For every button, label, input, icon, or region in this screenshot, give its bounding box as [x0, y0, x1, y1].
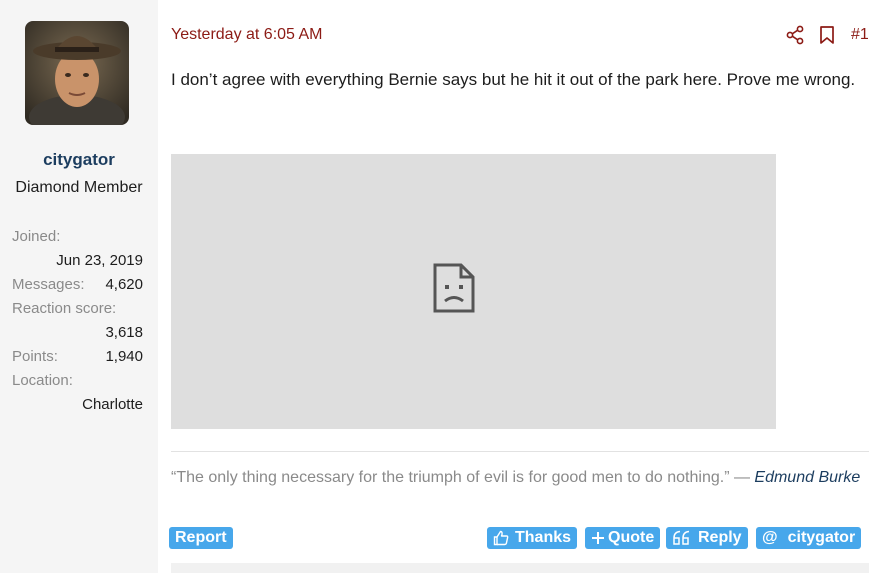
reply-button-label: Reply: [698, 529, 742, 546]
joined-value: Jun 23, 2019: [56, 252, 143, 269]
messages-label: Messages:: [12, 276, 85, 293]
points-label: Points:: [12, 348, 58, 365]
mention-button-label: citygator: [787, 529, 856, 546]
location-value[interactable]: Charlotte: [82, 396, 143, 413]
next-section-edge: [171, 563, 869, 573]
bookmark-icon[interactable]: [818, 25, 836, 45]
messages-value[interactable]: 4,620: [105, 276, 143, 293]
signature-author: Edmund Burke: [754, 469, 861, 486]
post-number-link[interactable]: #1: [851, 26, 869, 44]
joined-label: Joined:: [12, 228, 61, 245]
points-value[interactable]: 1,940: [105, 348, 143, 365]
share-icon[interactable]: [785, 25, 805, 45]
post-timestamp[interactable]: Yesterday at 6:05 AM: [171, 26, 323, 44]
username-link[interactable]: citygator: [0, 150, 158, 170]
location-label: Location:: [12, 372, 73, 389]
thumbs-up-icon: [493, 530, 509, 546]
reaction-score-value: 3,618: [105, 324, 143, 341]
report-button[interactable]: Report: [169, 527, 233, 549]
embedded-media-placeholder[interactable]: [171, 154, 776, 429]
quote-button-label: Quote: [608, 529, 655, 546]
user-signature: “The only thing necessary for the triump…: [171, 466, 871, 490]
post-body-text: I don’t agree with everything Bernie say…: [171, 70, 856, 89]
report-button-label: Report: [175, 529, 227, 546]
reply-button[interactable]: Reply: [666, 527, 748, 549]
user-sidebar: citygator Diamond Member Joined: Jun 23,…: [0, 0, 158, 573]
quote-icon: [672, 530, 692, 546]
thanks-button[interactable]: Thanks: [487, 527, 578, 549]
avatar[interactable]: [25, 21, 129, 125]
reaction-score-label: Reaction score:: [12, 300, 117, 317]
plus-icon: [591, 531, 605, 545]
thanks-button-label: Thanks: [515, 529, 572, 546]
signature-divider: [171, 451, 869, 452]
at-icon: @: [762, 529, 778, 546]
signature-quote: “The only thing necessary for the triump…: [171, 469, 755, 486]
user-title: Diamond Member: [15, 179, 143, 196]
broken-image-icon: [433, 263, 475, 313]
quote-button[interactable]: Quote: [585, 527, 661, 549]
mention-button[interactable]: @ citygator: [756, 527, 862, 549]
